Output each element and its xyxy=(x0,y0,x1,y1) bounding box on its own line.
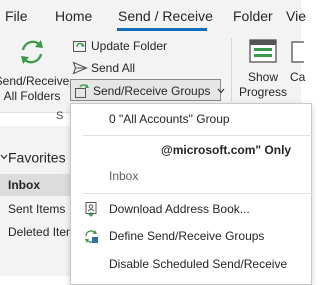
folder-sent-items[interactable]: Sent Items xyxy=(0,198,72,220)
send-receive-groups-dropdown[interactable]: Send/Receive Groups xyxy=(70,79,225,101)
show-progress-button[interactable]: Show Progress xyxy=(238,38,288,100)
send-all-label: Send All xyxy=(91,60,136,75)
ribbon-tab-bar: File Home Send / Receive Folder Vie xyxy=(0,0,306,32)
ribbon: Send/Receive All Folders Update Folder S… xyxy=(0,32,305,113)
send-receive-all-folders-button[interactable]: Send/Receive All Folders xyxy=(0,36,72,104)
send-receive-groups-label: Send/Receive Groups xyxy=(93,83,211,98)
send-receive-groups-icon xyxy=(75,83,89,98)
cancel-all-label: Ca xyxy=(290,70,306,84)
tab-home[interactable]: Home xyxy=(55,8,92,24)
menu-item-account-only[interactable]: @microsoft.com" Only xyxy=(71,138,311,162)
menu-item-all-accounts-group-label: 0 "All Accounts" Group xyxy=(109,112,230,126)
menu-item-account-only-label: @microsoft.com" Only xyxy=(161,143,292,157)
menu-item-disable-scheduled[interactable]: Disable Scheduled Send/Receive xyxy=(71,252,311,276)
menu-item-inbox-label: Inbox xyxy=(109,169,139,183)
cancel-all-button[interactable]: Ca xyxy=(290,38,320,85)
send-icon xyxy=(72,61,88,75)
ribbon-group-label: S xyxy=(56,110,64,122)
send-receive-all-line1: Send/Receive xyxy=(0,74,70,88)
folder-deleted-items[interactable]: Deleted Item xyxy=(0,221,72,243)
address-book-icon xyxy=(85,202,97,217)
favorites-header[interactable]: Favorites xyxy=(0,148,66,165)
menu-item-disable-scheduled-label: Disable Scheduled Send/Receive xyxy=(109,257,288,271)
menu-item-all-accounts-group[interactable]: 0 "All Accounts" Group xyxy=(71,107,311,131)
tab-folder[interactable]: Folder xyxy=(233,8,273,24)
update-folder-icon xyxy=(73,40,86,52)
chevron-down-icon xyxy=(0,154,8,160)
send-all-button[interactable]: Send All xyxy=(72,57,135,77)
send-receive-all-line2: All Folders xyxy=(3,89,61,103)
sync-icon xyxy=(21,40,43,64)
menu-separator xyxy=(83,135,313,136)
tab-file[interactable]: File xyxy=(5,8,28,24)
tab-send-receive[interactable]: Send / Receive xyxy=(118,8,213,24)
tab-view[interactable]: Vie xyxy=(286,8,306,24)
chevron-down-icon xyxy=(217,88,225,94)
folder-inbox[interactable]: Inbox xyxy=(0,174,72,196)
menu-item-inbox[interactable]: Inbox xyxy=(71,164,311,188)
send-receive-groups-menu: 0 "All Accounts" Group @microsoft.com" O… xyxy=(70,103,313,285)
menu-item-download-address-book-label: Download Address Book... xyxy=(109,202,250,216)
update-folder-label: Update Folder xyxy=(91,38,168,53)
cancel-icon xyxy=(291,41,304,63)
show-progress-line1: Show xyxy=(247,70,279,84)
show-progress-line2: Progress xyxy=(238,85,288,99)
menu-item-download-address-book[interactable]: Download Address Book... xyxy=(71,197,311,221)
menu-item-define-groups-label: Define Send/Receive Groups xyxy=(109,229,265,243)
menu-item-define-groups[interactable]: Define Send/Receive Groups xyxy=(71,224,311,248)
active-tab-indicator xyxy=(117,28,207,31)
progress-window-icon xyxy=(249,39,277,63)
update-folder-button[interactable]: Update Folder xyxy=(72,35,167,55)
favorites-label: Favorites xyxy=(8,149,66,166)
ribbon-group-separator xyxy=(231,38,232,102)
menu-separator xyxy=(83,193,313,194)
folder-pane: Favorites Inbox Sent Items Deleted Item xyxy=(0,126,72,276)
define-groups-icon xyxy=(85,230,98,243)
